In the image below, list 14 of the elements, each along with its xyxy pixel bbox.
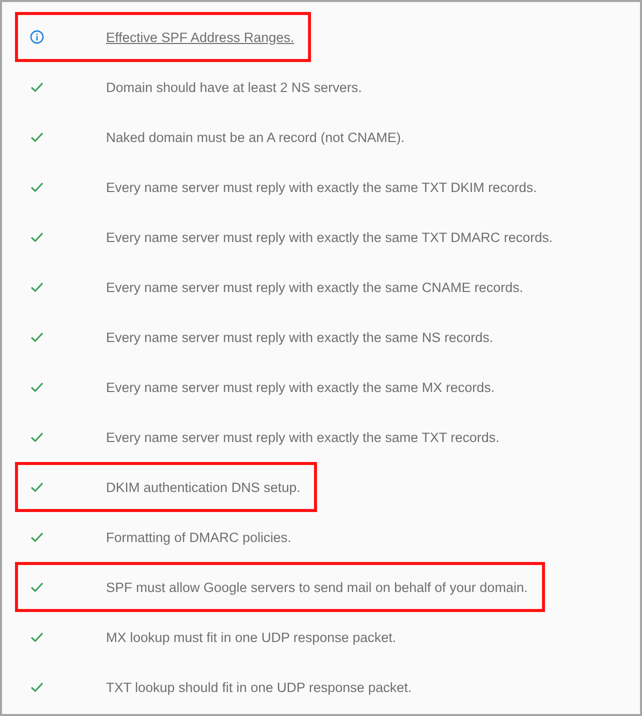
check-text: SPF must allow Google servers to send mail on behalf of your domain. (106, 580, 528, 594)
check-text: Every name server must reply with exactly the same NS records. (106, 330, 494, 344)
check-text: Every name server must reply with exactly the same TXT DKIM records. (106, 180, 537, 194)
check-text: Every name server must reply with exactly the same TXT DMARC records. (106, 230, 553, 244)
check-text: Every name server must reply with exactly the same TXT records. (106, 430, 500, 444)
check-text: Domain should have at least 2 NS servers. (106, 80, 362, 94)
check-link[interactable]: Effective SPF Address Ranges. (106, 30, 294, 44)
check-text: DKIM authentication DNS setup. (106, 480, 300, 494)
check-text: TXT lookup should fit in one UDP response packet. (106, 680, 412, 694)
check-text: Formatting of DMARC policies. (106, 530, 292, 544)
check-text: Naked domain must be an A record (not CNAME). (106, 130, 405, 144)
check-text: Every name server must reply with exactly the same MX records. (106, 380, 495, 394)
check-text: MX lookup must fit in one UDP response packet. (106, 630, 396, 644)
check-text: Every name server must reply with exactly the same CNAME records. (106, 280, 524, 294)
